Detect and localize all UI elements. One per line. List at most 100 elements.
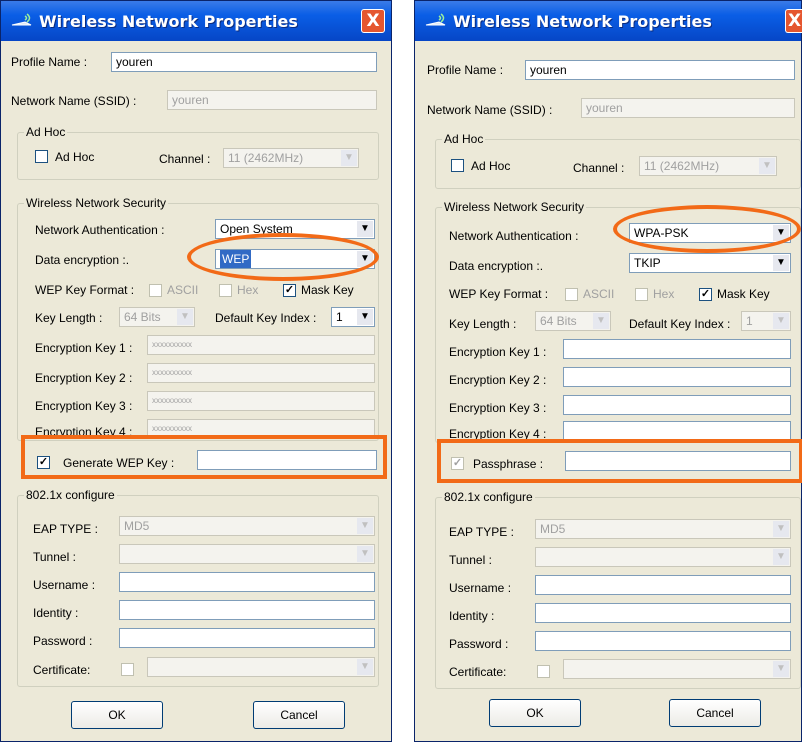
username-label: Username : bbox=[449, 581, 512, 595]
cancel-button[interactable]: Cancel bbox=[669, 699, 761, 727]
certificate-checkbox[interactable] bbox=[537, 665, 550, 678]
checkmark-icon: ✓ bbox=[284, 284, 295, 296]
key-length-label: Key Length : bbox=[449, 317, 517, 331]
password-label: Password : bbox=[33, 634, 93, 648]
key3-input[interactable] bbox=[563, 395, 791, 415]
ascii-checkbox[interactable] bbox=[565, 288, 578, 301]
tunnel-label: Tunnel : bbox=[33, 550, 76, 564]
username-input[interactable] bbox=[535, 575, 791, 595]
ssid-input[interactable]: youren bbox=[581, 98, 795, 118]
identity-label: Identity : bbox=[449, 609, 495, 623]
identity-input[interactable] bbox=[119, 600, 375, 620]
dot1x-group-title: 802.1x configure bbox=[24, 488, 117, 502]
checkmark-icon: ✓ bbox=[700, 288, 711, 300]
title-bar[interactable]: Wireless Network Properties X bbox=[415, 1, 802, 41]
default-key-value: 1 bbox=[746, 314, 753, 328]
key-length-label: Key Length : bbox=[35, 311, 103, 325]
close-button[interactable]: X bbox=[361, 9, 385, 33]
wireless-icon bbox=[425, 13, 446, 26]
adhoc-checkbox[interactable] bbox=[451, 159, 464, 172]
ok-button[interactable]: OK bbox=[71, 701, 163, 729]
password-input[interactable] bbox=[119, 628, 375, 648]
ascii-label: ASCII bbox=[167, 283, 199, 297]
eap-value: MD5 bbox=[124, 519, 150, 533]
key1-input[interactable] bbox=[563, 339, 791, 359]
key2-label: Encryption Key 2 : bbox=[35, 371, 133, 385]
username-input[interactable] bbox=[119, 572, 375, 592]
default-key-value: 1 bbox=[336, 310, 343, 324]
close-button[interactable]: X bbox=[785, 9, 802, 33]
hex-label: Hex bbox=[237, 283, 259, 297]
adhoc-checkbox-label: Ad Hoc bbox=[471, 159, 511, 173]
chevron-down-icon: ▼ bbox=[773, 313, 789, 329]
key-length-value: 64 Bits bbox=[124, 310, 161, 324]
mask-key-label: Mask Key bbox=[301, 283, 354, 297]
chevron-down-icon: ▼ bbox=[357, 309, 373, 325]
certificate-select[interactable]: ▼ bbox=[563, 659, 791, 679]
certificate-checkbox[interactable] bbox=[121, 663, 134, 676]
ok-button[interactable]: OK bbox=[489, 699, 581, 727]
adhoc-checkbox-label: Ad Hoc bbox=[55, 150, 95, 164]
default-key-select[interactable]: 1 ▼ bbox=[741, 311, 791, 331]
hex-checkbox[interactable] bbox=[219, 284, 232, 297]
adhoc-group-title: Ad Hoc bbox=[442, 132, 486, 146]
channel-value: 11 (2462MHz) bbox=[644, 159, 720, 173]
key1-input[interactable]: xxxxxxxxxx bbox=[147, 335, 375, 355]
default-key-select[interactable]: 1 ▼ bbox=[331, 307, 375, 327]
auth-highlight-ellipse bbox=[613, 205, 801, 253]
key-length-select[interactable]: 64 Bits ▼ bbox=[535, 311, 611, 331]
chevron-down-icon: ▼ bbox=[773, 521, 789, 537]
channel-select[interactable]: 11 (2462MHz) ▼ bbox=[223, 148, 359, 168]
identity-input[interactable] bbox=[535, 603, 791, 623]
ascii-label: ASCII bbox=[583, 287, 615, 301]
password-input[interactable] bbox=[535, 631, 791, 651]
encryption-label: Data encryption :. bbox=[35, 253, 130, 267]
chevron-down-icon: ▼ bbox=[357, 659, 373, 675]
key2-label: Encryption Key 2 : bbox=[449, 373, 547, 387]
tunnel-select[interactable]: ▼ bbox=[119, 544, 375, 564]
channel-label: Channel : bbox=[159, 152, 211, 166]
key4-input[interactable] bbox=[563, 421, 791, 441]
default-key-label: Default Key Index : bbox=[629, 317, 731, 331]
adhoc-checkbox[interactable] bbox=[35, 150, 48, 163]
channel-value: 11 (2462MHz) bbox=[228, 151, 304, 165]
chevron-down-icon: ▼ bbox=[773, 549, 789, 565]
key-length-select[interactable]: 64 Bits ▼ bbox=[119, 307, 195, 327]
chevron-down-icon: ▼ bbox=[773, 661, 789, 677]
encryption-label: Data encryption :. bbox=[449, 259, 544, 273]
channel-label: Channel : bbox=[573, 161, 625, 175]
tunnel-select[interactable]: ▼ bbox=[535, 547, 791, 567]
key2-input[interactable] bbox=[563, 367, 791, 387]
mask-key-checkbox[interactable]: ✓ bbox=[699, 288, 712, 301]
ascii-checkbox[interactable] bbox=[149, 284, 162, 297]
encryption-value: TKIP bbox=[634, 256, 661, 270]
certificate-select[interactable]: ▼ bbox=[147, 657, 375, 677]
key-length-value: 64 Bits bbox=[540, 314, 577, 328]
profile-name-label: Profile Name : bbox=[11, 55, 88, 69]
hex-checkbox[interactable] bbox=[635, 288, 648, 301]
profile-name-input[interactable]: youren bbox=[525, 60, 795, 80]
chevron-down-icon: ▼ bbox=[593, 313, 609, 329]
eap-select[interactable]: MD5 ▼ bbox=[535, 519, 791, 539]
cancel-button[interactable]: Cancel bbox=[253, 701, 345, 729]
generate-highlight-box bbox=[21, 435, 387, 479]
key1-label: Encryption Key 1 : bbox=[449, 345, 547, 359]
profile-name-input[interactable]: youren bbox=[111, 52, 377, 72]
auth-label: Network Authentication : bbox=[449, 229, 579, 243]
key2-input[interactable]: xxxxxxxxxx bbox=[147, 363, 375, 383]
chevron-down-icon: ▼ bbox=[357, 221, 373, 237]
ssid-input[interactable]: youren bbox=[167, 90, 377, 110]
chevron-down-icon: ▼ bbox=[357, 546, 373, 562]
eap-select[interactable]: MD5 ▼ bbox=[119, 516, 375, 536]
key3-label: Encryption Key 3 : bbox=[35, 399, 133, 413]
security-group-title: Wireless Network Security bbox=[442, 200, 587, 214]
wep-format-label: WEP Key Format : bbox=[449, 287, 549, 301]
encryption-highlight-ellipse bbox=[187, 233, 379, 281]
key3-input[interactable]: xxxxxxxxxx bbox=[147, 391, 375, 411]
encryption-select[interactable]: TKIP ▼ bbox=[629, 253, 791, 273]
channel-select[interactable]: 11 (2462MHz) ▼ bbox=[639, 156, 777, 176]
title-bar[interactable]: Wireless Network Properties X bbox=[1, 1, 391, 41]
chevron-down-icon: ▼ bbox=[357, 518, 373, 534]
eap-label: EAP TYPE : bbox=[449, 525, 514, 539]
mask-key-checkbox[interactable]: ✓ bbox=[283, 284, 296, 297]
